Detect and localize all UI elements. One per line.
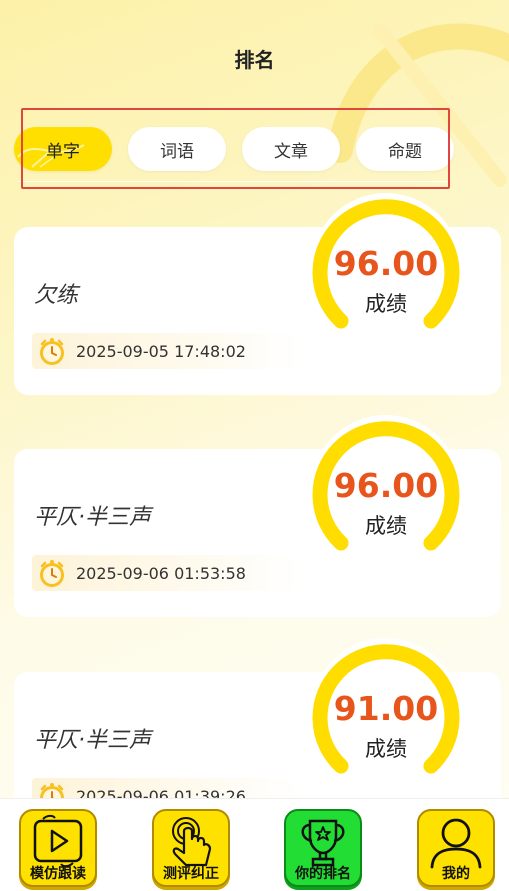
practice-item-name: 平仄·半三声 bbox=[34, 728, 151, 753]
nav-label: 测评纠正 bbox=[163, 866, 219, 882]
tabs-divider bbox=[18, 181, 448, 182]
tab-label: 文章 bbox=[274, 141, 308, 162]
tab-label: 词语 bbox=[160, 141, 194, 162]
nav-mine[interactable]: 我的 bbox=[417, 809, 495, 887]
score-value: 96.00 bbox=[333, 244, 439, 283]
timestamp-row: 2025-09-05 17:48:02 bbox=[32, 333, 302, 369]
nav-imitate-read[interactable]: 模仿跟读 bbox=[19, 809, 97, 887]
score-value: 91.00 bbox=[333, 689, 439, 728]
score-label: 成绩 bbox=[365, 737, 407, 761]
score-label: 成绩 bbox=[365, 292, 407, 316]
tab-topics[interactable]: 命题 bbox=[356, 127, 454, 171]
tab-label: 单字 bbox=[46, 141, 80, 162]
score-label: 成绩 bbox=[365, 514, 407, 538]
bottom-navigation: 模仿跟读 测评纠正 你的排名 我的 bbox=[0, 798, 509, 891]
tab-articles[interactable]: 文章 bbox=[242, 127, 340, 171]
timestamp-text: 2025-09-05 17:48:02 bbox=[76, 342, 246, 361]
practice-item-name: 欠练 bbox=[34, 283, 79, 308]
timestamp-text: 2025-09-06 01:53:58 bbox=[76, 564, 246, 583]
alarm-clock-icon bbox=[40, 338, 64, 365]
tab-words[interactable]: 词语 bbox=[128, 127, 226, 171]
nav-label: 你的排名 bbox=[295, 866, 351, 882]
tab-label: 命题 bbox=[388, 141, 422, 162]
alarm-clock-icon bbox=[40, 560, 64, 587]
nav-evaluate-correct[interactable]: 测评纠正 bbox=[152, 809, 230, 887]
tab-single-character[interactable]: 单字 bbox=[14, 127, 112, 171]
score-value: 96.00 bbox=[333, 466, 439, 505]
ranking-screen: 排名 单字 词语 文章 命题 欠练 2025-09-05 17:48:02 96… bbox=[0, 0, 509, 891]
practice-item-name: 平仄·半三声 bbox=[34, 505, 151, 530]
category-tabs: 单字 词语 文章 命题 bbox=[14, 127, 454, 171]
page-title: 排名 bbox=[234, 48, 275, 72]
nav-label: 模仿跟读 bbox=[30, 866, 86, 882]
timestamp-row: 2025-09-06 01:53:58 bbox=[32, 555, 302, 591]
nav-your-ranking[interactable]: 你的排名 bbox=[284, 809, 362, 887]
nav-label: 我的 bbox=[442, 866, 470, 882]
